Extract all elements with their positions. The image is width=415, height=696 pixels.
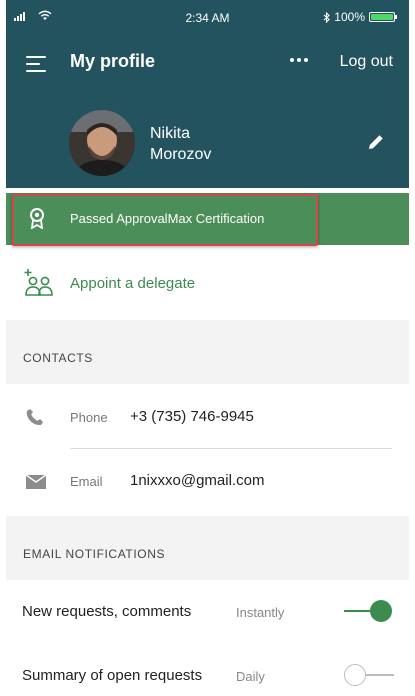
notification-label: New requests, comments (22, 603, 192, 620)
notification-label: Summary of open requests (22, 667, 203, 684)
battery-icon (369, 12, 397, 22)
notification-row: New requests, comments Instantly (6, 580, 409, 644)
new-requests-toggle[interactable] (344, 598, 394, 624)
user-last-name: Morozov (150, 146, 212, 163)
email-notifications-section-title: EMAIL NOTIFICATIONS (23, 547, 166, 561)
phone-row[interactable]: Phone +3 (735) 746-9945 (6, 386, 409, 450)
email-row[interactable]: Email 1nixxxo@gmail.com (6, 450, 409, 514)
nav-bar: My profile Log out (6, 42, 409, 84)
profile-header: 2:34 AM 100% My profile Log out Nikita M… (6, 0, 409, 188)
email-notifications-section-header: EMAIL NOTIFICATIONS (6, 516, 409, 580)
more-dots-icon[interactable] (290, 58, 308, 62)
bluetooth-icon (323, 11, 331, 23)
page-title: My profile (70, 51, 156, 71)
contacts-section-header: CONTACTS (6, 320, 409, 384)
notification-frequency[interactable]: Daily (236, 669, 265, 684)
pencil-icon[interactable] (366, 132, 386, 157)
user-name: Nikita Morozov (150, 123, 211, 165)
appoint-delegate-button[interactable]: Appoint a delegate (6, 255, 409, 317)
user-first-name: Nikita (150, 125, 191, 142)
add-user-group-icon (24, 268, 54, 303)
hamburger-menu-icon[interactable] (26, 53, 48, 73)
logout-button[interactable]: Log out (340, 53, 393, 71)
phone-icon (26, 408, 44, 431)
contacts-divider (70, 448, 392, 449)
summary-toggle[interactable] (344, 662, 394, 688)
award-badge-icon (28, 207, 46, 234)
appoint-delegate-label: Appoint a delegate (70, 275, 196, 292)
notification-frequency[interactable]: Instantly (236, 605, 284, 620)
avatar (69, 110, 135, 176)
contacts-section-title: CONTACTS (23, 351, 93, 365)
battery-percent: 100% (334, 10, 365, 24)
phone-value: +3 (735) 746-9945 (130, 408, 254, 425)
status-bar: 2:34 AM 100% (6, 0, 409, 38)
envelope-icon (25, 474, 47, 494)
email-label: Email (70, 474, 103, 489)
email-value: 1nixxxo@gmail.com (130, 472, 265, 489)
phone-label: Phone (70, 410, 108, 425)
certification-label: Passed ApprovalMax Certification (70, 211, 265, 226)
notification-row: Summary of open requests Daily (6, 644, 409, 696)
